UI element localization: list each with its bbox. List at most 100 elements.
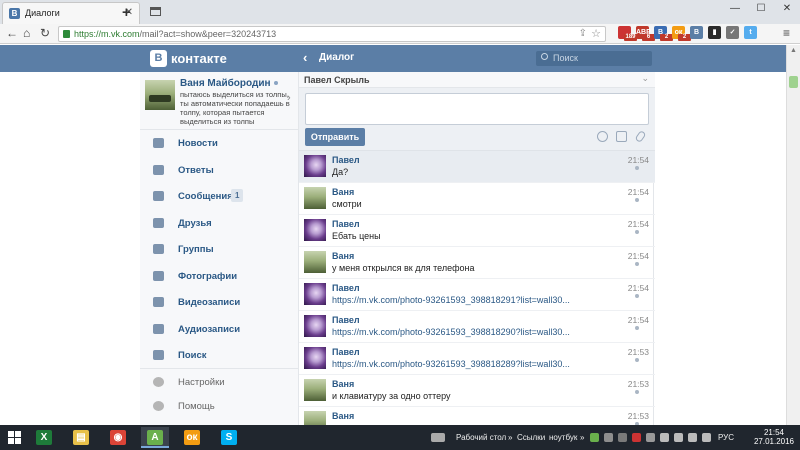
message-row[interactable]: Ваня у меня открылся вк для телефона 21:54 [299, 247, 655, 279]
peer-bar[interactable]: Павел Скрыль ⌄ [299, 72, 655, 88]
aimp-app-button[interactable]: A [141, 427, 169, 448]
back-icon[interactable]: ← [6, 26, 18, 40]
message-row[interactable]: Ваня и клавиатуру за одно оттеру 21:53 [299, 375, 655, 407]
minimize-icon[interactable]: — [722, 0, 748, 18]
address-bar[interactable]: https://m.vk.com/mail?act=show&peer=3202… [58, 26, 606, 42]
maximize-icon[interactable]: ☐ [748, 0, 774, 18]
sidebar-item-audio[interactable]: Аудиозаписи [140, 316, 298, 342]
sender-avatar[interactable] [304, 219, 326, 241]
browser-menu-icon[interactable]: ≡ [783, 26, 790, 40]
emoji-icon[interactable] [597, 131, 608, 142]
volume-icon[interactable] [688, 433, 697, 442]
sender-avatar[interactable] [304, 379, 326, 401]
excel-app-button[interactable]: X [30, 427, 58, 448]
sender-avatar[interactable] [304, 315, 326, 337]
links-toolbar-label[interactable]: Ссылки [517, 433, 545, 442]
sidebar-item-messages[interactable]: Сообщения 1 [140, 183, 298, 209]
skype-app-button[interactable]: S [215, 427, 243, 448]
chrome-app-button[interactable]: ◉ [104, 427, 132, 448]
back-arrow-icon[interactable]: ‹ [303, 50, 307, 65]
sender-name[interactable]: Павел [332, 347, 360, 357]
odnoklassniki-app-icon: ок [184, 430, 200, 445]
sidebar-item-videos[interactable]: Видеозаписи [140, 289, 298, 315]
desktop-toolbar-label[interactable]: Рабочий стол [456, 433, 506, 442]
message-link[interactable]: https://m.vk.com/photo-93261593_39881829… [332, 295, 570, 305]
message-time: 21:54 [627, 283, 649, 293]
page-scrollbar[interactable]: ▲ [786, 45, 800, 425]
message-row[interactable]: Павел https://m.vk.com/photo-93261593_398… [299, 311, 655, 343]
sidebar-item-replies[interactable]: Ответы [140, 157, 298, 183]
chevron-right-icon[interactable]: › [287, 92, 291, 104]
sidebar-item-groups[interactable]: Группы [140, 236, 298, 262]
attach-icon[interactable] [634, 129, 647, 144]
message-link[interactable]: https://m.vk.com/photo-93261593_39881829… [332, 327, 570, 337]
chevron-down-icon[interactable]: ⌄ [641, 73, 649, 84]
sender-name[interactable]: Павел [332, 315, 360, 325]
sidebar-item-search[interactable]: Поиск [140, 342, 298, 368]
sender-name[interactable]: Ваня [332, 251, 354, 261]
side-extension-icon[interactable] [789, 76, 798, 88]
bookmark-ext-icon[interactable]: ▮ [708, 26, 721, 39]
wifi-icon[interactable] [674, 433, 683, 442]
profile-name[interactable]: Ваня Майбородин [180, 78, 278, 89]
camera-icon[interactable] [616, 131, 627, 142]
home-icon[interactable]: ⌂ [23, 26, 30, 40]
sender-avatar[interactable] [304, 283, 326, 305]
message-row[interactable]: Павел https://m.vk.com/photo-93261593_398… [299, 343, 655, 375]
sidebar-item-friends[interactable]: Друзья [140, 210, 298, 236]
message-link[interactable]: https://m.vk.com/photo-93261593_39881828… [332, 359, 570, 369]
avatar[interactable] [145, 80, 175, 110]
steam-tray-icon[interactable] [618, 433, 627, 442]
language-indicator[interactable]: РУС [718, 433, 734, 442]
sender-name[interactable]: Ваня [332, 379, 354, 389]
battery-icon[interactable] [660, 433, 669, 442]
new-tab-button[interactable]: + [122, 4, 131, 21]
tab-list-icon[interactable] [150, 7, 161, 16]
message-input[interactable] [305, 93, 649, 125]
notifications-icon[interactable] [702, 433, 711, 442]
chevron-up-icon[interactable] [646, 433, 655, 442]
sender-avatar[interactable] [304, 187, 326, 209]
message-row[interactable]: Павел Да? 21:54 [299, 151, 655, 183]
sender-name[interactable]: Павел [332, 155, 360, 165]
vk-music-icon[interactable]: В [690, 26, 703, 39]
odnoklassniki-app-button[interactable]: ок [178, 427, 206, 448]
read-status-icon [635, 326, 639, 330]
antivirus-tray-icon[interactable] [632, 433, 641, 442]
file-explorer-button[interactable]: ▤ [67, 427, 95, 448]
check-ext-icon[interactable]: ✓ [726, 26, 739, 39]
sender-name[interactable]: Ваня [332, 187, 354, 197]
sidebar-item-news[interactable]: Новости [140, 130, 298, 156]
sender-name[interactable]: Павел [332, 219, 360, 229]
message-row[interactable]: Павел Ебать цены 21:54 [299, 215, 655, 247]
sender-avatar[interactable] [304, 251, 326, 273]
sidebar-item-help[interactable]: Помощь [140, 393, 298, 419]
aimp-tray-icon[interactable] [590, 433, 599, 442]
sidebar-item-settings[interactable]: Настройки [140, 369, 298, 395]
sender-avatar[interactable] [304, 155, 326, 177]
profile-card[interactable]: Ваня Майбородин пытаюсь выделиться из то… [140, 72, 298, 130]
keyboard-icon[interactable] [431, 433, 445, 442]
clock[interactable]: 21:54 27.01.2016 [750, 428, 798, 446]
device-toolbar-label[interactable]: ноутбук [549, 433, 577, 442]
online-dot-icon [273, 81, 278, 86]
message-row[interactable]: Павел https://m.vk.com/photo-93261593_398… [299, 279, 655, 311]
search-input[interactable]: Поиск [536, 51, 652, 66]
reload-icon[interactable]: ↻ [40, 26, 50, 40]
message-time: 21:54 [627, 315, 649, 325]
read-status-icon [635, 294, 639, 298]
sender-avatar[interactable] [304, 347, 326, 369]
browser-tab[interactable]: В Диалоги ✕ [2, 2, 140, 24]
sidebar-item-photos[interactable]: Фотографии [140, 263, 298, 289]
bookmark-star-icon[interactable]: ☆ [591, 27, 601, 40]
message-row[interactable]: Ваня смотри 21:54 [299, 183, 655, 215]
sender-name[interactable]: Павел [332, 283, 360, 293]
send-button[interactable]: Отправить [305, 128, 365, 146]
twitter-ext-icon[interactable]: t [744, 26, 757, 39]
network-tray-icon[interactable] [604, 433, 613, 442]
sender-name[interactable]: Ваня [332, 411, 354, 421]
scroll-up-icon[interactable]: ▲ [790, 47, 797, 54]
share-icon[interactable]: ⇪ [579, 28, 587, 39]
start-button[interactable] [8, 431, 22, 445]
close-window-icon[interactable]: ✕ [774, 0, 800, 18]
